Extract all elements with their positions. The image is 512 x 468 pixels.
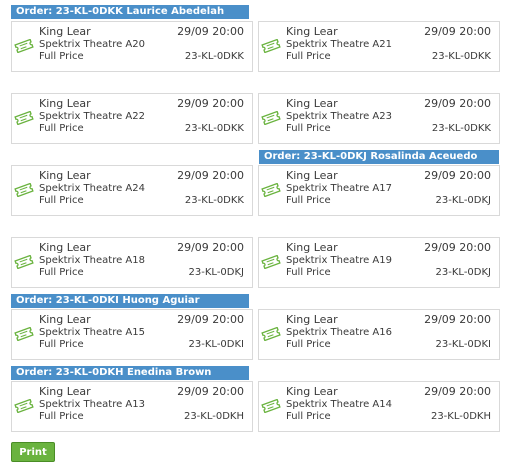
event-datetime: 29/09 20:00	[424, 313, 491, 326]
event-datetime: 29/09 20:00	[177, 313, 244, 326]
event-name: King Lear	[286, 169, 338, 182]
venue-seat: Spektrix Theatre A22	[39, 111, 145, 122]
venue-seat: Spektrix Theatre A13	[39, 399, 145, 410]
ticket-icon	[14, 327, 34, 341]
price-type: Full Price	[39, 411, 84, 422]
event-datetime: 29/09 20:00	[177, 97, 244, 110]
price-type: Full Price	[39, 339, 84, 350]
ticket-card[interactable]: King Lear 29/09 20:00 Spektrix Theatre A23…	[258, 93, 500, 144]
ticket-card[interactable]: King Lear 29/09 20:00 Spektrix Theatre A16…	[258, 309, 500, 360]
ticket-card[interactable]: King Lear 29/09 20:00 Spektrix Theatre A20…	[11, 21, 253, 72]
venue-seat: Spektrix Theatre A21	[286, 39, 392, 50]
ticket-icon	[261, 39, 281, 53]
ticket-icon	[261, 399, 281, 413]
ticket-card[interactable]: King Lear 29/09 20:00 Spektrix Theatre A22…	[11, 93, 253, 144]
ticket-icon	[14, 183, 34, 197]
ticket-card[interactable]: King Lear 29/09 20:00 Spektrix Theatre A13…	[11, 381, 253, 432]
event-datetime: 29/09 20:00	[424, 385, 491, 398]
venue-seat: Spektrix Theatre A23	[286, 111, 392, 122]
price-type: Full Price	[286, 51, 331, 62]
event-name: King Lear	[39, 313, 91, 326]
order-reference: 23-KL-0DKH	[183, 411, 244, 422]
ticket-icon	[14, 39, 34, 53]
order-reference: 23-KL-0DKK	[431, 123, 491, 134]
price-type: Full Price	[286, 123, 331, 134]
order-header: Order: 23-KL-0DKJ Rosalinda Aceuedo	[259, 150, 499, 164]
ticket-card[interactable]: King Lear 29/09 20:00 Spektrix Theatre A21…	[258, 21, 500, 72]
ticket-icon	[261, 183, 281, 197]
order-header: Order: 23-KL-0DKK Laurice Abedelah	[11, 5, 249, 19]
order-header: Order: 23-KL-0DKH Enedina Brown	[11, 366, 249, 380]
ticket-card[interactable]: King Lear 29/09 20:00 Spektrix Theatre A19…	[258, 237, 500, 288]
event-datetime: 29/09 20:00	[424, 97, 491, 110]
ticket-card[interactable]: King Lear 29/09 20:00 Spektrix Theatre A15…	[11, 309, 253, 360]
event-name: King Lear	[286, 385, 338, 398]
venue-seat: Spektrix Theatre A18	[39, 255, 145, 266]
venue-seat: Spektrix Theatre A16	[286, 327, 392, 338]
order-header: Order: 23-KL-0DKI Huong Aguiar	[11, 294, 249, 308]
event-name: King Lear	[39, 385, 91, 398]
price-type: Full Price	[39, 123, 84, 134]
event-name: King Lear	[39, 25, 91, 38]
ticket-icon	[261, 255, 281, 269]
venue-seat: Spektrix Theatre A24	[39, 183, 145, 194]
venue-seat: Spektrix Theatre A17	[286, 183, 392, 194]
event-name: King Lear	[39, 97, 91, 110]
ticket-icon	[261, 327, 281, 341]
order-reference: 23-KL-0DKK	[431, 51, 491, 62]
event-datetime: 29/09 20:00	[424, 241, 491, 254]
event-name: King Lear	[286, 25, 338, 38]
order-reference: 23-KL-0DKK	[184, 195, 244, 206]
venue-seat: Spektrix Theatre A14	[286, 399, 392, 410]
order-reference: 23-KL-0DKJ	[435, 267, 491, 278]
order-reference: 23-KL-0DKK	[184, 123, 244, 134]
event-name: King Lear	[39, 169, 91, 182]
event-datetime: 29/09 20:00	[177, 385, 244, 398]
price-type: Full Price	[286, 339, 331, 350]
event-datetime: 29/09 20:00	[424, 169, 491, 182]
event-name: King Lear	[286, 313, 338, 326]
event-datetime: 29/09 20:00	[177, 25, 244, 38]
order-reference: 23-KL-0DKI	[435, 339, 491, 350]
venue-seat: Spektrix Theatre A15	[39, 327, 145, 338]
ticket-icon	[14, 255, 34, 269]
venue-seat: Spektrix Theatre A20	[39, 39, 145, 50]
price-type: Full Price	[39, 51, 84, 62]
order-reference: 23-KL-0DKJ	[435, 195, 491, 206]
order-reference: 23-KL-0DKH	[430, 411, 491, 422]
price-type: Full Price	[286, 267, 331, 278]
event-datetime: 29/09 20:00	[177, 169, 244, 182]
price-type: Full Price	[39, 267, 84, 278]
price-type: Full Price	[39, 195, 84, 206]
ticket-card[interactable]: King Lear 29/09 20:00 Spektrix Theatre A24…	[11, 165, 253, 216]
order-reference: 23-KL-0DKK	[184, 51, 244, 62]
ticket-icon	[14, 111, 34, 125]
price-type: Full Price	[286, 411, 331, 422]
event-name: King Lear	[286, 97, 338, 110]
venue-seat: Spektrix Theatre A19	[286, 255, 392, 266]
ticket-icon	[14, 399, 34, 413]
order-reference: 23-KL-0DKI	[188, 339, 244, 350]
ticket-card[interactable]: King Lear 29/09 20:00 Spektrix Theatre A14…	[258, 381, 500, 432]
event-name: King Lear	[39, 241, 91, 254]
ticket-icon	[261, 111, 281, 125]
event-datetime: 29/09 20:00	[177, 241, 244, 254]
print-button[interactable]: Print	[11, 442, 55, 462]
order-reference: 23-KL-0DKJ	[188, 267, 244, 278]
price-type: Full Price	[286, 195, 331, 206]
event-name: King Lear	[286, 241, 338, 254]
ticket-card[interactable]: King Lear 29/09 20:00 Spektrix Theatre A18…	[11, 237, 253, 288]
event-datetime: 29/09 20:00	[424, 25, 491, 38]
ticket-card[interactable]: King Lear 29/09 20:00 Spektrix Theatre A17…	[258, 165, 500, 216]
